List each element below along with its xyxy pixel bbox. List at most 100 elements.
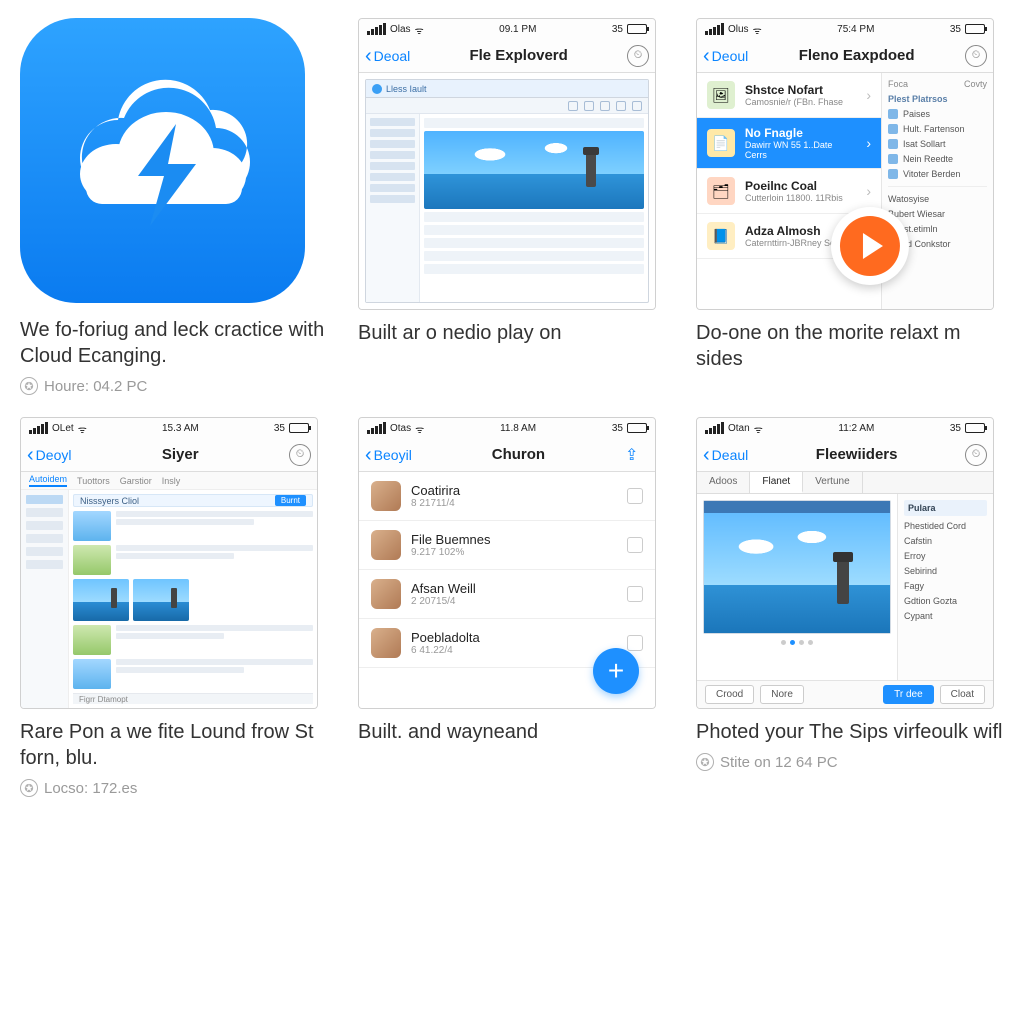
list-item-selected[interactable]: 📄 No FnagleDawirr WN 55 1..Date Cerrs ›: [697, 118, 881, 169]
side-item[interactable]: Fagy: [904, 581, 987, 591]
meta-row: ✪ Houre: 04.2 PC: [20, 377, 328, 395]
feature-cell-3: OLetᯤ15.3 AM35 ‹Deoyl Siyer ⏲ Autoidem T…: [20, 417, 328, 797]
share-icon[interactable]: ⇪: [625, 445, 649, 465]
footer-button[interactable]: Nore: [760, 685, 804, 704]
plus-icon: +: [608, 655, 624, 687]
back-button[interactable]: ‹Deoyl: [27, 445, 71, 465]
caption: Photed your The Sips virfeoulk wifl: [696, 719, 1004, 745]
tab[interactable]: Vertune: [803, 472, 862, 493]
list-item[interactable]: 🗂 Poeilnc CoalCutterloin 11800. 11Rbis ›: [697, 169, 881, 214]
panel-item[interactable]: Nein Reedte: [888, 154, 987, 164]
side-item[interactable]: Erroy: [904, 551, 987, 561]
feature-cell-0: We fo-foriug and leck cractice with Clou…: [20, 18, 328, 395]
segment-tabs: Adoos Flanet Vertune: [697, 472, 993, 494]
nav-bar: ‹Deoal Fle Exploverd ⏲: [359, 39, 655, 73]
mini-sidebar: [366, 114, 420, 302]
primary-button[interactable]: Burnt: [275, 495, 306, 506]
footer-bar: Figrr Dtamopt: [73, 693, 313, 704]
tab[interactable]: Insly: [162, 476, 181, 486]
avatar: [371, 628, 401, 658]
caption: Do-one on the morite relaxt m sides: [696, 320, 1004, 372]
tab-active[interactable]: Flanet: [750, 472, 803, 493]
status-time: 09.1 PM: [499, 24, 536, 35]
side-item[interactable]: Cafstin: [904, 536, 987, 546]
caption: We fo-foriug and leck cractice with Clou…: [20, 317, 328, 369]
checkbox[interactable]: [627, 488, 643, 504]
footer-button[interactable]: Crood: [705, 685, 754, 704]
pager-dots: [703, 640, 891, 645]
side-item[interactable]: Sebirind: [904, 566, 987, 576]
panel-header: Nisssyers CliolBurnt: [73, 494, 313, 507]
avatar: [371, 530, 401, 560]
feature-cell-4: Otasᯤ11.8 AM35 ‹Beoyil Churon ⇪ Coatirir…: [358, 417, 666, 797]
caption: Rare Pon a we fite Lound frow St forn, b…: [20, 719, 328, 771]
clock-icon[interactable]: ⏲: [289, 444, 311, 466]
back-button[interactable]: ‹Deaul: [703, 445, 748, 465]
battery-icon: [627, 24, 647, 34]
meta-text: Locso: 172.es: [44, 780, 137, 797]
nav-title: Churon: [412, 446, 625, 463]
status-bar: Olusᯤ 75:4 PM 35: [697, 19, 993, 39]
panel-item[interactable]: Hult. Fartenson: [888, 124, 987, 134]
nav-title: Fle Exploverd: [410, 47, 627, 64]
contact-row[interactable]: File Buemnes9.217 102%: [359, 521, 655, 570]
panel-item[interactable]: Isat Sollart: [888, 139, 987, 149]
tab[interactable]: Adoos: [697, 472, 750, 493]
sidebar: [21, 490, 69, 708]
tab[interactable]: Tuottors: [77, 476, 110, 486]
phone-mock: Olusᯤ 75:4 PM 35 ‹Deoul Fleno Eaxpdoed ⏲…: [696, 18, 994, 310]
lighthouse-icon: [837, 560, 849, 604]
play-icon: [862, 233, 882, 259]
tool-icon: [584, 101, 594, 111]
clock-icon[interactable]: ⏲: [965, 45, 987, 67]
chevron-left-icon: ‹: [365, 46, 372, 66]
tab[interactable]: Garstior: [120, 476, 152, 486]
preview-window: [703, 500, 891, 634]
list-item[interactable]: 🖼 Shstce NofartCamosnie/r (FBn. Fhase ›: [697, 73, 881, 118]
footer-button-primary[interactable]: Tr dee: [883, 685, 934, 704]
preview-image: [424, 131, 644, 209]
nav-title: Fleno Eaxpdoed: [748, 47, 965, 64]
tool-icon: [616, 101, 626, 111]
app-glyph-icon: [372, 84, 382, 94]
checkbox[interactable]: [627, 586, 643, 602]
back-button[interactable]: ‹Beoyil: [365, 445, 412, 465]
back-button[interactable]: ‹Deoul: [703, 46, 748, 66]
lighthouse-icon: [586, 153, 596, 187]
preview-image: [704, 513, 890, 633]
mini-toolbar: [366, 98, 648, 114]
signal-icon: [367, 23, 386, 35]
chevron-right-icon: ›: [866, 87, 871, 103]
feature-cell-5: Otanᯤ11:2 AM35 ‹Deaul Fleewiiders ⏲ Adoo…: [696, 417, 1004, 797]
checkbox[interactable]: [627, 537, 643, 553]
checkbox[interactable]: [627, 635, 643, 651]
contact-row[interactable]: Afsan Weill2 20715/4: [359, 570, 655, 619]
clock-icon[interactable]: ⏲: [627, 45, 649, 67]
side-item[interactable]: Phestided Cord: [904, 521, 987, 531]
clock-icon[interactable]: ⏲: [965, 444, 987, 466]
back-button[interactable]: ‹Deoal: [365, 46, 410, 66]
tool-icon: [568, 101, 578, 111]
feature-cell-2: Olusᯤ 75:4 PM 35 ‹Deoul Fleno Eaxpdoed ⏲…: [696, 18, 1004, 395]
tool-icon: [632, 101, 642, 111]
add-button[interactable]: +: [593, 648, 639, 694]
meta-text: Stite on 12 64 PC: [720, 754, 838, 771]
nav-title: Fleewiiders: [748, 446, 965, 463]
footer-button[interactable]: Cloat: [940, 685, 985, 704]
tool-icon: [600, 101, 610, 111]
caption: Built ar o nedio play on: [358, 320, 666, 346]
panel-item[interactable]: Vitoter Berden: [888, 169, 987, 179]
tab[interactable]: Autoidem: [29, 474, 67, 487]
panel-item[interactable]: Paises: [888, 109, 987, 119]
side-list: Pulara Phestided Cord Cafstin Erroy Sebi…: [897, 494, 993, 680]
play-button[interactable]: [831, 207, 909, 285]
status-bar: Olas ᯤ 09.1 PM 35: [359, 19, 655, 39]
contact-row[interactable]: Coatirira8 21711/4: [359, 472, 655, 521]
side-item[interactable]: Cypant: [904, 611, 987, 621]
chevron-right-icon: ›: [866, 135, 871, 151]
phone-mock: Olas ᯤ 09.1 PM 35 ‹Deoal Fle Exploverd ⏲…: [358, 18, 656, 310]
avatar: [371, 481, 401, 511]
side-item[interactable]: Gdtion Gozta: [904, 596, 987, 606]
info-icon: ✪: [20, 377, 38, 395]
footer-actions: Crood Nore Tr dee Cloat: [697, 680, 993, 708]
